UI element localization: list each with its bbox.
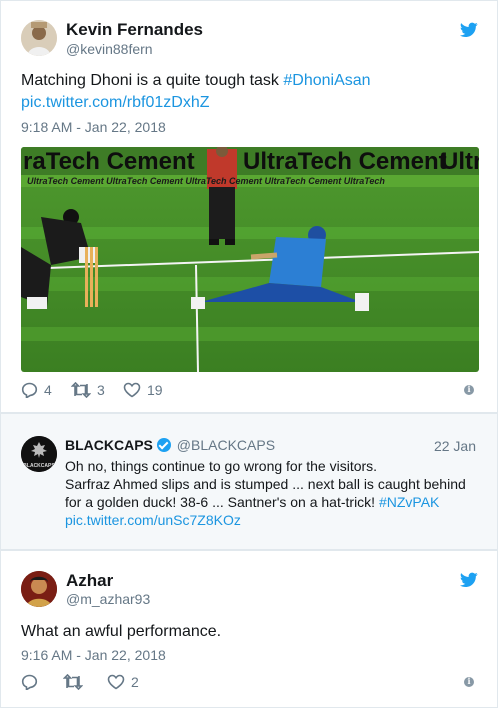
reply-action[interactable] — [21, 674, 38, 690]
hashtag-link[interactable]: #NZvPAK — [379, 494, 439, 510]
author-handle[interactable]: @BLACKCAPS — [177, 437, 275, 453]
tweet-timestamp[interactable]: 9:16 AM - Jan 22, 2018 — [21, 647, 166, 663]
like-count: 2 — [131, 674, 139, 690]
author-name[interactable]: Kevin Fernandes — [66, 20, 203, 40]
cricket-photo: raTech Cement UltraTech Cement Ultr Ultr… — [21, 147, 479, 372]
like-action[interactable]: 2 — [107, 674, 139, 690]
tweet-line-2: Sarfraz Ahmed slips and is stumped ... n… — [65, 476, 466, 492]
tweet-text: Oh no, things continue to go wrong for t… — [65, 457, 466, 529]
author-handle[interactable]: @kevin88fern — [66, 41, 153, 57]
banner-text-left: raTech Cement — [23, 148, 195, 175]
twitter-bird-icon[interactable] — [460, 22, 478, 38]
avatar-logo-text: BLACKCAPS — [23, 463, 55, 469]
author-name[interactable]: BLACKCAPS — [65, 437, 153, 453]
info-icon[interactable] — [464, 676, 474, 687]
like-count: 19 — [147, 382, 163, 398]
tweet-kevin[interactable]: Kevin Fernandes @kevin88fern Matching Dh… — [0, 0, 498, 413]
tweet-line-3: for a golden duck! 38-6 ... Santner's on… — [65, 493, 466, 511]
like-action[interactable]: 19 — [123, 382, 163, 398]
tweet-blackcaps[interactable]: BLACKCAPS BLACKCAPS @BLACKCAPS 22 Jan Oh… — [0, 413, 498, 550]
tweet-date[interactable]: 22 Jan — [434, 438, 476, 454]
hashtag-link[interactable]: #DhoniAsan — [283, 72, 370, 89]
blackcaps-logo-icon: BLACKCAPS — [21, 436, 57, 472]
avatar[interactable]: BLACKCAPS — [21, 436, 57, 472]
tweet-timestamp[interactable]: 9:18 AM - Jan 22, 2018 — [21, 119, 166, 135]
retweet-action[interactable]: 3 — [71, 382, 105, 398]
reply-icon — [21, 674, 38, 690]
tweet-photo[interactable]: raTech Cement UltraTech Cement Ultr Ultr… — [21, 147, 479, 372]
retweet-count: 3 — [97, 382, 105, 398]
heart-icon — [107, 674, 125, 690]
pic-link[interactable]: pic.twitter.com/rbf01zDxhZ — [21, 92, 210, 114]
avatar-photo — [21, 571, 57, 607]
banner-small-text: UltraTech Cement UltraTech Cement UltraT… — [27, 176, 385, 186]
author-name[interactable]: Azhar — [66, 571, 113, 591]
tweet-line-1: Oh no, things continue to go wrong for t… — [65, 458, 378, 474]
reply-icon — [21, 382, 38, 398]
retweet-action[interactable] — [63, 674, 83, 690]
pic-link[interactable]: pic.twitter.com/unSc7Z8KOz — [65, 511, 466, 529]
verified-badge-icon — [156, 438, 171, 452]
banner-text-mid: UltraTech Cement — [243, 148, 447, 175]
info-icon[interactable] — [464, 384, 474, 395]
tweet-azhar[interactable]: Azhar @m_azhar93 What an awful performan… — [0, 550, 498, 708]
tweet-text: Matching Dhoni is a quite tough task #Dh… — [21, 70, 371, 92]
retweet-icon — [63, 674, 83, 690]
retweet-icon — [71, 382, 91, 398]
author-handle[interactable]: @m_azhar93 — [66, 591, 150, 607]
author-line: BLACKCAPS @BLACKCAPS — [65, 437, 275, 453]
tweet-text: What an awful performance. — [21, 623, 222, 640]
twitter-bird-icon[interactable] — [460, 572, 478, 588]
banner-text-right: Ultr — [441, 148, 479, 175]
avatar-photo — [21, 20, 57, 56]
avatar[interactable] — [21, 20, 57, 56]
avatar[interactable] — [21, 571, 57, 607]
tweet-line-3-plain: for a golden duck! 38-6 ... Santner's on… — [65, 494, 379, 510]
reply-count: 4 — [44, 382, 52, 398]
reply-action[interactable]: 4 — [21, 382, 52, 398]
heart-icon — [123, 382, 141, 398]
tweet-text-plain: Matching Dhoni is a quite tough task — [21, 72, 284, 89]
